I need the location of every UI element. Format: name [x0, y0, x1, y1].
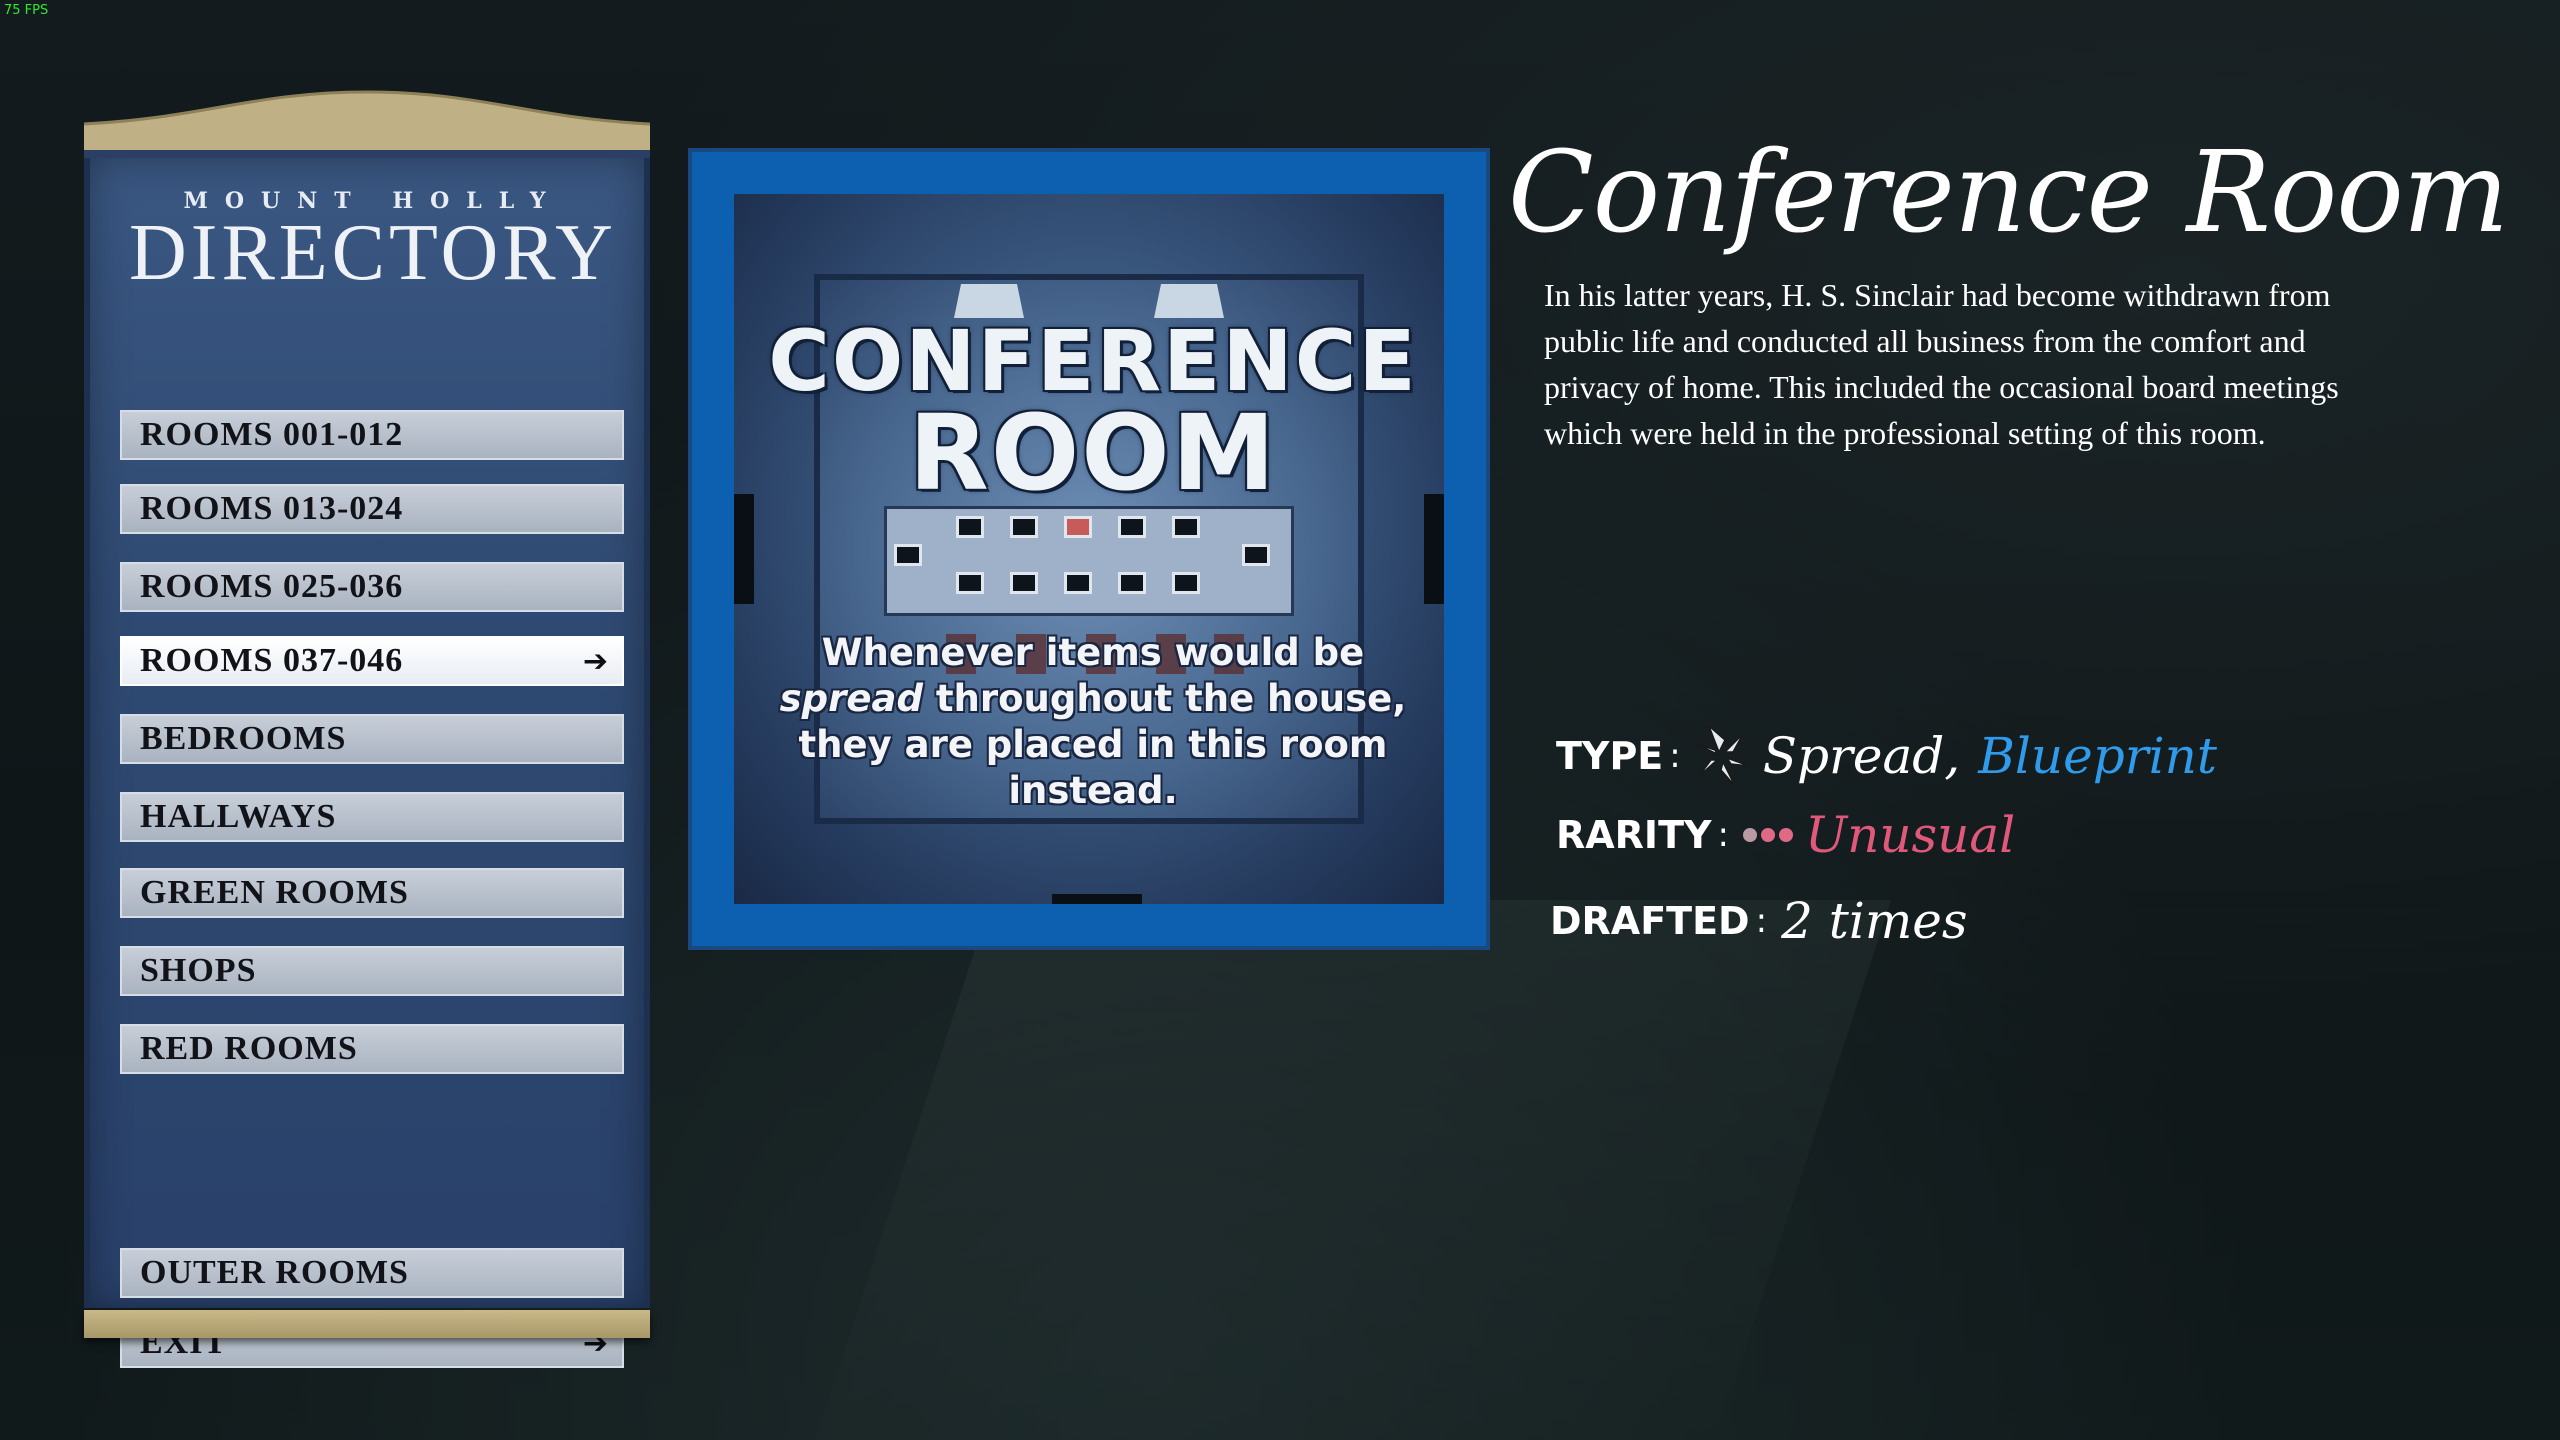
menu-green-rooms[interactable]: GREEN ROOMS: [120, 868, 624, 918]
table-seat: [894, 544, 922, 566]
rarity-dot: [1742, 828, 1757, 842]
rarity-colon: :: [1717, 815, 1729, 855]
spread-arrows-icon: [1696, 725, 1749, 787]
directory-panel: MOUNT HOLLY DIRECTORY ROOMS 001-012 ROOM…: [84, 88, 650, 1368]
menu-label: GREEN ROOMS: [140, 874, 409, 911]
table-seat: [1242, 544, 1270, 566]
room-title: Conference Room: [1508, 128, 2509, 258]
effect-text-start: Whenever items would be: [821, 631, 1365, 674]
menu-outer-rooms[interactable]: OUTER ROOMS: [120, 1248, 624, 1298]
menu-label: ROOMS 001-012: [140, 416, 404, 453]
drafted-row: DRAFTED : 2 times: [1550, 892, 1968, 950]
table-seat: [1118, 572, 1146, 594]
menu-label: SHOPS: [140, 952, 257, 989]
table-seat: [1010, 572, 1038, 594]
card-room-name-line2: ROOM: [908, 392, 1278, 514]
directory-top-trim: [84, 90, 650, 160]
menu-rooms-001-012[interactable]: ROOMS 001-012: [120, 410, 624, 460]
table-seat: [1064, 516, 1092, 538]
background-path: [809, 900, 1891, 1440]
menu-rooms-013-024[interactable]: ROOMS 013-024: [120, 484, 624, 534]
arrow-right-icon: ➔: [582, 643, 608, 679]
table-seat: [1172, 516, 1200, 538]
drafted-value: 2 times: [1781, 892, 1968, 950]
table-seat: [1118, 516, 1146, 538]
drafted-label: DRAFTED: [1550, 899, 1750, 943]
directory-bottom-trim: [84, 1310, 650, 1338]
card-effect-text: Whenever items would be spread throughou…: [752, 630, 1434, 814]
rarity-dot: [1760, 828, 1775, 842]
bottom-door: [1052, 894, 1142, 904]
menu-label: OUTER ROOMS: [140, 1254, 409, 1291]
effect-keyword: spread: [779, 677, 923, 720]
menu-label: BEDROOMS: [140, 720, 347, 757]
menu-shops[interactable]: SHOPS: [120, 946, 624, 996]
rarity-dot: [1778, 828, 1793, 842]
menu-hallways[interactable]: HALLWAYS: [120, 792, 624, 842]
menu-bedrooms[interactable]: BEDROOMS: [120, 714, 624, 764]
room-card: CONFERENCE ROOM Whenever items would be …: [688, 148, 1490, 950]
menu-label: RED ROOMS: [140, 1030, 358, 1067]
menu-red-rooms[interactable]: RED ROOMS: [120, 1024, 624, 1074]
directory-title: DIRECTORY: [129, 209, 617, 297]
drafted-colon: :: [1755, 901, 1768, 941]
type-secondary: Blueprint: [1978, 727, 2217, 785]
table-seat: [1010, 516, 1038, 538]
menu-rooms-037-046[interactable]: ROOMS 037-046 ➔: [120, 636, 624, 686]
rarity-row: RARITY : Unusual: [1556, 806, 2015, 864]
menu-label: ROOMS 013-024: [140, 490, 404, 527]
type-label: TYPE: [1556, 734, 1664, 778]
menu-rooms-025-036[interactable]: ROOMS 025-036: [120, 562, 624, 612]
fps-counter: 75 FPS: [4, 3, 49, 18]
room-description: In his latter years, H. S. Sinclair had …: [1544, 277, 2339, 451]
table-seat: [1172, 572, 1200, 594]
table-seat: [956, 516, 984, 538]
menu-label: HALLWAYS: [140, 798, 337, 835]
table-seat: [956, 572, 984, 594]
menu-label: ROOMS 037-046: [140, 642, 404, 679]
type-row: TYPE : Spread, Blueprint: [1556, 722, 2217, 790]
rarity-label: RARITY: [1556, 813, 1712, 857]
table-seat: [1064, 572, 1092, 594]
type-colon: :: [1669, 736, 1681, 776]
rarity-value: Unusual: [1804, 806, 2016, 864]
menu-label: ROOMS 025-036: [140, 568, 404, 605]
directory-board: MOUNT HOLLY DIRECTORY ROOMS 001-012 ROOM…: [84, 158, 650, 1368]
type-primary: Spread,: [1762, 727, 1961, 785]
rarity-dots: [1742, 828, 1793, 842]
